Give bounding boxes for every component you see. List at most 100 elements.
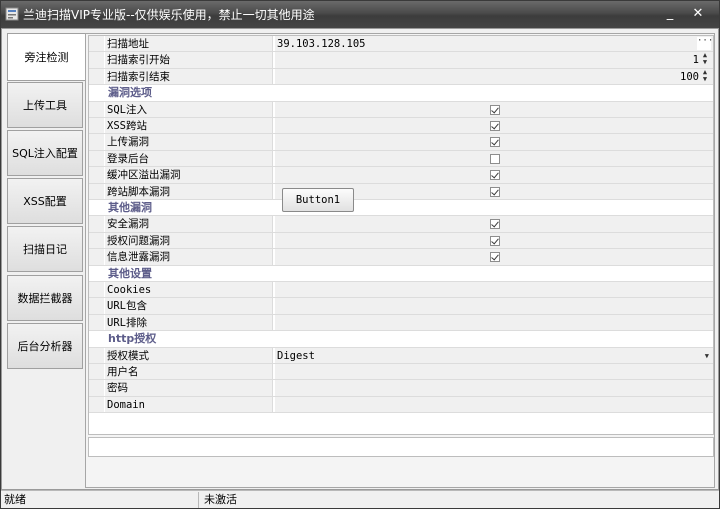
spin-value[interactable]: 100 (680, 69, 699, 85)
tab-xss-config[interactable]: XSS配置 (7, 178, 83, 224)
status-bar: 就绪 未激活 (1, 490, 719, 508)
checkbox[interactable] (490, 235, 500, 246)
client-area: 旁注检测 上传工具 SQL注入配置 XSS配置 扫描日记 数据拦截器 后台分析器… (1, 28, 719, 490)
check-property-row[interactable]: 授权问题漏洞 (89, 232, 713, 250)
property-value-cell[interactable] (275, 282, 713, 298)
spin-icon[interactable]: ▲ ▼ (701, 68, 709, 83)
property-value-cell[interactable] (275, 101, 713, 117)
property-value-cell[interactable] (275, 364, 713, 380)
property-row[interactable]: Domain (89, 396, 713, 414)
checkbox[interactable] (490, 186, 500, 197)
title-bar[interactable]: 兰迪扫描VIP专业版--仅供娱乐使用，禁止一切其他用途 _ ✕ (1, 1, 719, 28)
property-row[interactable]: URL包含 (89, 298, 713, 315)
row-gutter (89, 396, 104, 413)
category-label: 其他漏洞 (108, 201, 152, 214)
property-value-cell[interactable]: 100 ▲ ▼ (275, 68, 713, 85)
row-gutter (89, 380, 104, 396)
description-pane (88, 437, 714, 457)
property-name: 扫描索引开始 (105, 52, 273, 68)
check-property-row[interactable]: 安全漏洞 (89, 216, 713, 233)
property-value-cell[interactable] (275, 380, 713, 396)
property-value[interactable]: 39.103.128.105 (277, 38, 366, 50)
property-name: 信息泄露漏洞 (105, 249, 273, 265)
row-gutter (89, 249, 104, 265)
check-property-row[interactable]: XSS跨站 (89, 118, 713, 135)
property-row[interactable]: 密码 (89, 380, 713, 397)
ellipsis-icon[interactable]: ··· (697, 37, 713, 50)
row-gutter (89, 101, 104, 117)
checkbox[interactable] (490, 153, 500, 164)
row-gutter (89, 364, 104, 380)
property-name: 登录后台 (105, 150, 273, 167)
tab-backend-analyzer[interactable]: 后台分析器 (7, 323, 83, 369)
property-value[interactable]: Digest (277, 350, 315, 362)
checkbox[interactable] (490, 137, 500, 148)
property-value-cell[interactable] (275, 150, 713, 167)
property-value-cell[interactable]: Digest ▼ (275, 347, 713, 364)
property-value-cell[interactable] (275, 249, 713, 265)
property-value-cell[interactable] (275, 118, 713, 134)
property-value-cell[interactable] (275, 167, 713, 183)
property-row[interactable]: 用户名 (89, 364, 713, 381)
tab-data-interceptor[interactable]: 数据拦截器 (7, 275, 83, 321)
check-property-row[interactable]: 信息泄露漏洞 (89, 249, 713, 266)
property-value-cell[interactable] (275, 298, 713, 314)
checkbox[interactable] (490, 121, 500, 131)
property-value-cell[interactable] (275, 314, 713, 331)
property-value-cell[interactable] (275, 134, 713, 150)
property-name: 扫描索引结束 (105, 68, 273, 85)
category-row[interactable]: http授权 (89, 331, 713, 348)
spin-value[interactable]: 1 (693, 52, 699, 68)
category-label: 漏洞选项 (108, 86, 152, 100)
property-value-cell[interactable] (275, 232, 713, 249)
property-name: 缓冲区溢出漏洞 (105, 167, 273, 183)
minimize-button[interactable]: _ (659, 4, 681, 24)
tab-side-injection-detect[interactable]: 旁注检测 (7, 33, 85, 81)
spin-icon[interactable]: ▲ ▼ (701, 52, 709, 66)
spin-down-icon[interactable]: ▼ (703, 58, 707, 66)
property-value-cell[interactable] (275, 396, 713, 413)
property-row[interactable]: 扫描地址 39.103.128.105 ··· (89, 36, 713, 53)
property-name: URL排除 (105, 314, 273, 331)
category-row[interactable]: 其他设置 (89, 265, 713, 282)
check-property-row[interactable]: 跨站脚本漏洞 (89, 183, 713, 200)
check-property-row[interactable]: SQL注入 (89, 101, 713, 118)
row-gutter (89, 216, 104, 232)
property-row[interactable]: 扫描索引结束 100 ▲ ▼ (89, 68, 713, 86)
tab-upload-tool[interactable]: 上传工具 (7, 82, 83, 128)
check-property-row[interactable]: 登录后台 (89, 150, 713, 168)
property-row[interactable]: 授权模式 Digest ▼ (89, 347, 713, 364)
spin-down-icon[interactable]: ▼ (703, 75, 707, 83)
tab-label: 扫描日记 (23, 243, 67, 256)
tab-scan-log[interactable]: 扫描日记 (7, 226, 83, 272)
close-button[interactable]: ✕ (687, 4, 709, 24)
checkbox[interactable] (490, 170, 500, 181)
category-row[interactable]: 其他漏洞 (89, 200, 713, 217)
property-value-cell[interactable]: 39.103.128.105 ··· (275, 36, 713, 52)
category-row[interactable]: 漏洞选项 (89, 85, 713, 102)
button1[interactable]: Button1 (282, 188, 354, 212)
checkbox[interactable] (490, 219, 500, 230)
close-icon: ✕ (692, 6, 704, 21)
row-gutter (89, 347, 104, 363)
check-property-row[interactable]: 上传漏洞 (89, 134, 713, 151)
check-property-row[interactable]: 缓冲区溢出漏洞 (89, 167, 713, 184)
property-row[interactable]: 扫描索引开始 1 ▲ ▼ (89, 52, 713, 69)
checkbox[interactable] (490, 252, 500, 263)
property-row[interactable]: Cookies (89, 282, 713, 299)
row-gutter (89, 68, 104, 85)
tab-sql-injection-config[interactable]: SQL注入配置 (7, 130, 83, 176)
chevron-down-icon[interactable]: ▼ (705, 348, 709, 364)
property-name: 跨站脚本漏洞 (105, 183, 273, 199)
row-gutter (89, 265, 104, 281)
category-label: http授权 (108, 332, 157, 346)
property-row[interactable]: URL排除 (89, 314, 713, 332)
row-gutter (89, 150, 104, 167)
row-gutter (89, 85, 104, 101)
property-value-cell[interactable]: 1 ▲ ▼ (275, 52, 713, 68)
checkbox[interactable] (490, 104, 500, 115)
property-value-cell[interactable] (275, 216, 713, 232)
property-name: 安全漏洞 (105, 216, 273, 232)
row-gutter (89, 52, 104, 68)
tab-label: XSS配置 (23, 195, 67, 208)
